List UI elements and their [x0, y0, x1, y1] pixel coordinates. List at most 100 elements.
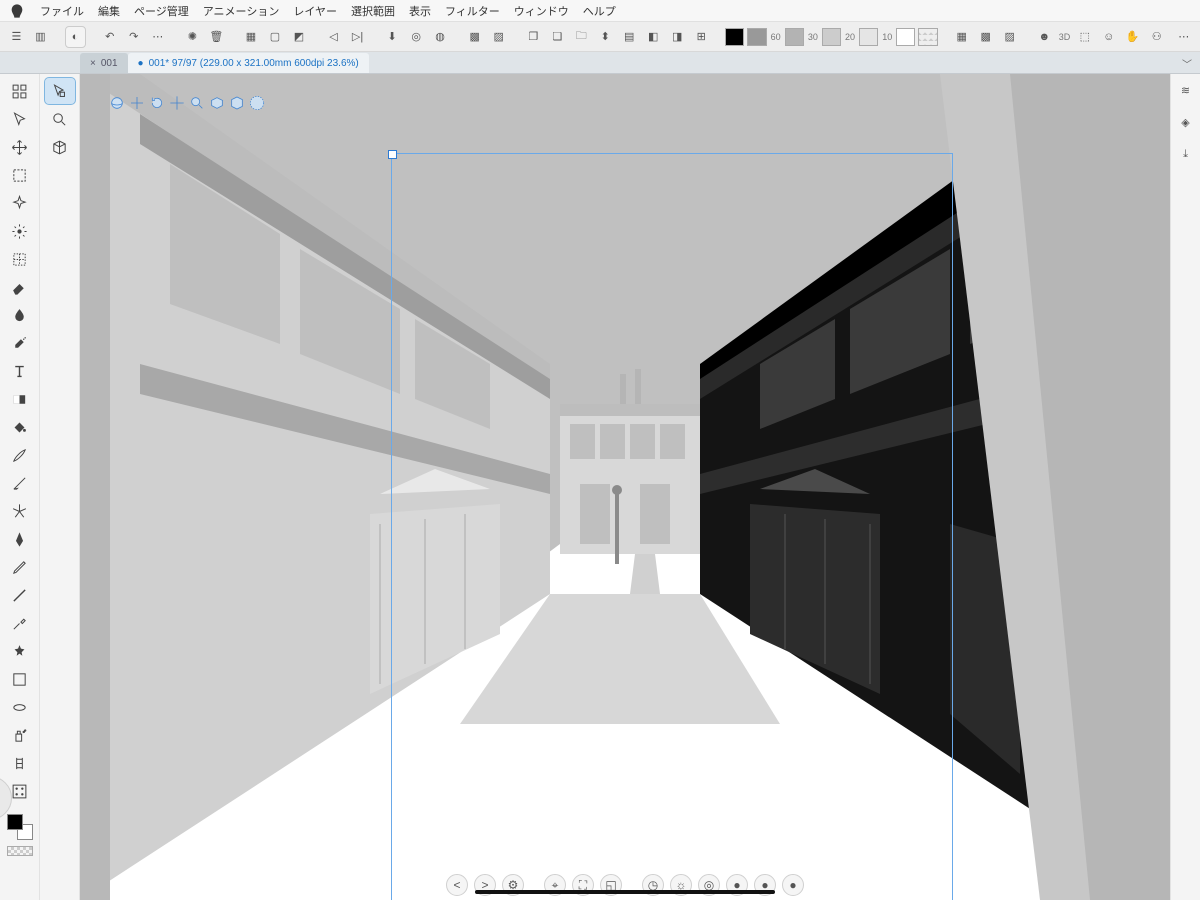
document-tab-001[interactable]: × 001	[80, 53, 128, 73]
swatch-white[interactable]	[896, 28, 915, 46]
roll-icon[interactable]	[148, 94, 166, 112]
menu-view[interactable]: 表示	[409, 3, 431, 19]
download-icon[interactable]: ⬇	[382, 26, 403, 48]
redo-button[interactable]: ↷	[123, 26, 144, 48]
close-icon[interactable]: ×	[90, 58, 96, 69]
pencil-tool[interactable]	[5, 554, 35, 580]
menu-page[interactable]: ページ管理	[134, 3, 189, 19]
swatch-10[interactable]	[859, 28, 878, 46]
invert-sel-button[interactable]: ◩	[288, 26, 309, 48]
subtool-3d[interactable]	[45, 134, 75, 160]
history-button[interactable]: ⋯	[147, 26, 168, 48]
speedline-tool[interactable]	[5, 498, 35, 524]
burst-tool[interactable]	[5, 218, 35, 244]
menu-layer[interactable]: レイヤー	[293, 3, 337, 19]
tone-a-icon[interactable]: ▦	[951, 26, 972, 48]
material-a-icon[interactable]: ◎	[406, 26, 427, 48]
layer-new[interactable]: ❐	[523, 26, 544, 48]
document-tab-001-active[interactable]: ● 001* 97/97 (229.00 x 321.00mm 600dpi 2…	[128, 53, 369, 73]
menu-edit[interactable]: 編集	[98, 3, 120, 19]
line-tool[interactable]	[5, 582, 35, 608]
hand-icon[interactable]: ✋	[1122, 26, 1143, 48]
sidebar-toggle-icon[interactable]: ☰	[6, 26, 27, 48]
panel-toggle-icon[interactable]: ▥	[30, 26, 51, 48]
spray-tool[interactable]	[5, 722, 35, 748]
menu-overflow-icon[interactable]: ⋯	[1173, 26, 1194, 48]
tabs-dropdown-icon[interactable]: ﹀	[1182, 56, 1192, 71]
gradient-tool[interactable]	[5, 386, 35, 412]
undo-button[interactable]: ↶	[99, 26, 120, 48]
move-xyz-icon[interactable]	[168, 94, 186, 112]
swatch-20[interactable]	[822, 28, 841, 46]
cube-top-icon[interactable]	[208, 94, 226, 112]
menu-animation[interactable]: アニメーション	[203, 3, 280, 19]
subtool-zoom[interactable]	[45, 106, 75, 132]
canvas-workspace[interactable]: < > ⚙ ⌖ ⛶ ◱ ◷ ☼ ◎ ● ● ●	[80, 74, 1170, 900]
bucket-tool[interactable]	[5, 414, 35, 440]
menu-window[interactable]: ウィンドウ	[514, 3, 569, 19]
text-tool[interactable]	[5, 358, 35, 384]
light3-icon[interactable]: ●	[782, 874, 804, 896]
cube-icon[interactable]: ⬚	[1074, 26, 1095, 48]
material-b-icon[interactable]: ◍	[430, 26, 451, 48]
pointer-tool[interactable]	[5, 106, 35, 132]
next-page-button[interactable]: ▷|	[347, 26, 368, 48]
airbrush-tool[interactable]	[5, 330, 35, 356]
move-tool[interactable]	[5, 134, 35, 160]
layer-mask[interactable]: ◧	[643, 26, 664, 48]
swatch-60[interactable]	[747, 28, 766, 46]
cube-axis-icon[interactable]	[228, 94, 246, 112]
grid-view-icon[interactable]	[5, 78, 35, 104]
menu-selection[interactable]: 選択範囲	[351, 3, 395, 19]
cloud-sync-icon[interactable]: ◐	[65, 26, 86, 48]
orbit-icon[interactable]	[108, 94, 126, 112]
brush-tool[interactable]	[5, 442, 35, 468]
layers-icon[interactable]: ≋	[1176, 80, 1196, 100]
pose-icon[interactable]: ⚇	[1146, 26, 1167, 48]
correction-tool[interactable]	[5, 750, 35, 776]
trash-button[interactable]: 🗑	[206, 26, 227, 48]
prev-page-button[interactable]: ◁	[323, 26, 344, 48]
mesh-tool[interactable]	[5, 246, 35, 272]
layer-lock[interactable]: ⊞	[691, 26, 712, 48]
swatch-black[interactable]	[725, 28, 744, 46]
marquee-tool[interactable]	[5, 162, 35, 188]
blend-tool[interactable]	[5, 302, 35, 328]
tone-c-icon[interactable]: ▨	[999, 26, 1020, 48]
swatch-30[interactable]	[785, 28, 804, 46]
select-all-button[interactable]: ▦	[240, 26, 261, 48]
deselect-button[interactable]: ▢	[264, 26, 285, 48]
menu-file[interactable]: ファイル	[40, 3, 84, 19]
robot-icon[interactable]: ☺	[1098, 26, 1119, 48]
layer-flat[interactable]: ▤	[619, 26, 640, 48]
vector-tool[interactable]	[5, 470, 35, 496]
layer-merge[interactable]: ⬍	[595, 26, 616, 48]
page-frame[interactable]	[392, 154, 952, 900]
layer-folder[interactable]: 🗀	[571, 26, 592, 48]
materials-icon[interactable]: ◈	[1176, 112, 1196, 132]
eyedropper-tool[interactable]	[5, 610, 35, 636]
ruler-tool[interactable]	[5, 694, 35, 720]
layer-dup[interactable]: ❏	[547, 26, 568, 48]
swatch-transparent[interactable]	[918, 28, 937, 46]
color-swatches[interactable]	[7, 814, 33, 840]
frame-tool[interactable]	[5, 666, 35, 692]
subtool-object[interactable]	[45, 78, 75, 104]
foreground-color[interactable]	[7, 814, 23, 830]
pan-icon[interactable]	[128, 94, 146, 112]
eraser-tool[interactable]	[5, 274, 35, 300]
screentone-2[interactable]: ▨	[488, 26, 509, 48]
wand-tool[interactable]	[5, 190, 35, 216]
menu-filter[interactable]: フィルター	[445, 3, 500, 19]
face-icon[interactable]: ☻	[1034, 26, 1055, 48]
export-icon[interactable]: ⤓	[1176, 144, 1196, 164]
tone-b-icon[interactable]: ▩	[975, 26, 996, 48]
pen-tool[interactable]	[5, 526, 35, 552]
prev-keyframe-button[interactable]: <	[446, 874, 468, 896]
decoration-tool[interactable]	[5, 638, 35, 664]
menu-help[interactable]: ヘルプ	[583, 3, 616, 19]
screentone-1[interactable]: ▩	[464, 26, 485, 48]
zoom-icon[interactable]	[188, 94, 206, 112]
cube-rot-icon[interactable]	[248, 94, 266, 112]
layer-clip[interactable]: ◨	[667, 26, 688, 48]
